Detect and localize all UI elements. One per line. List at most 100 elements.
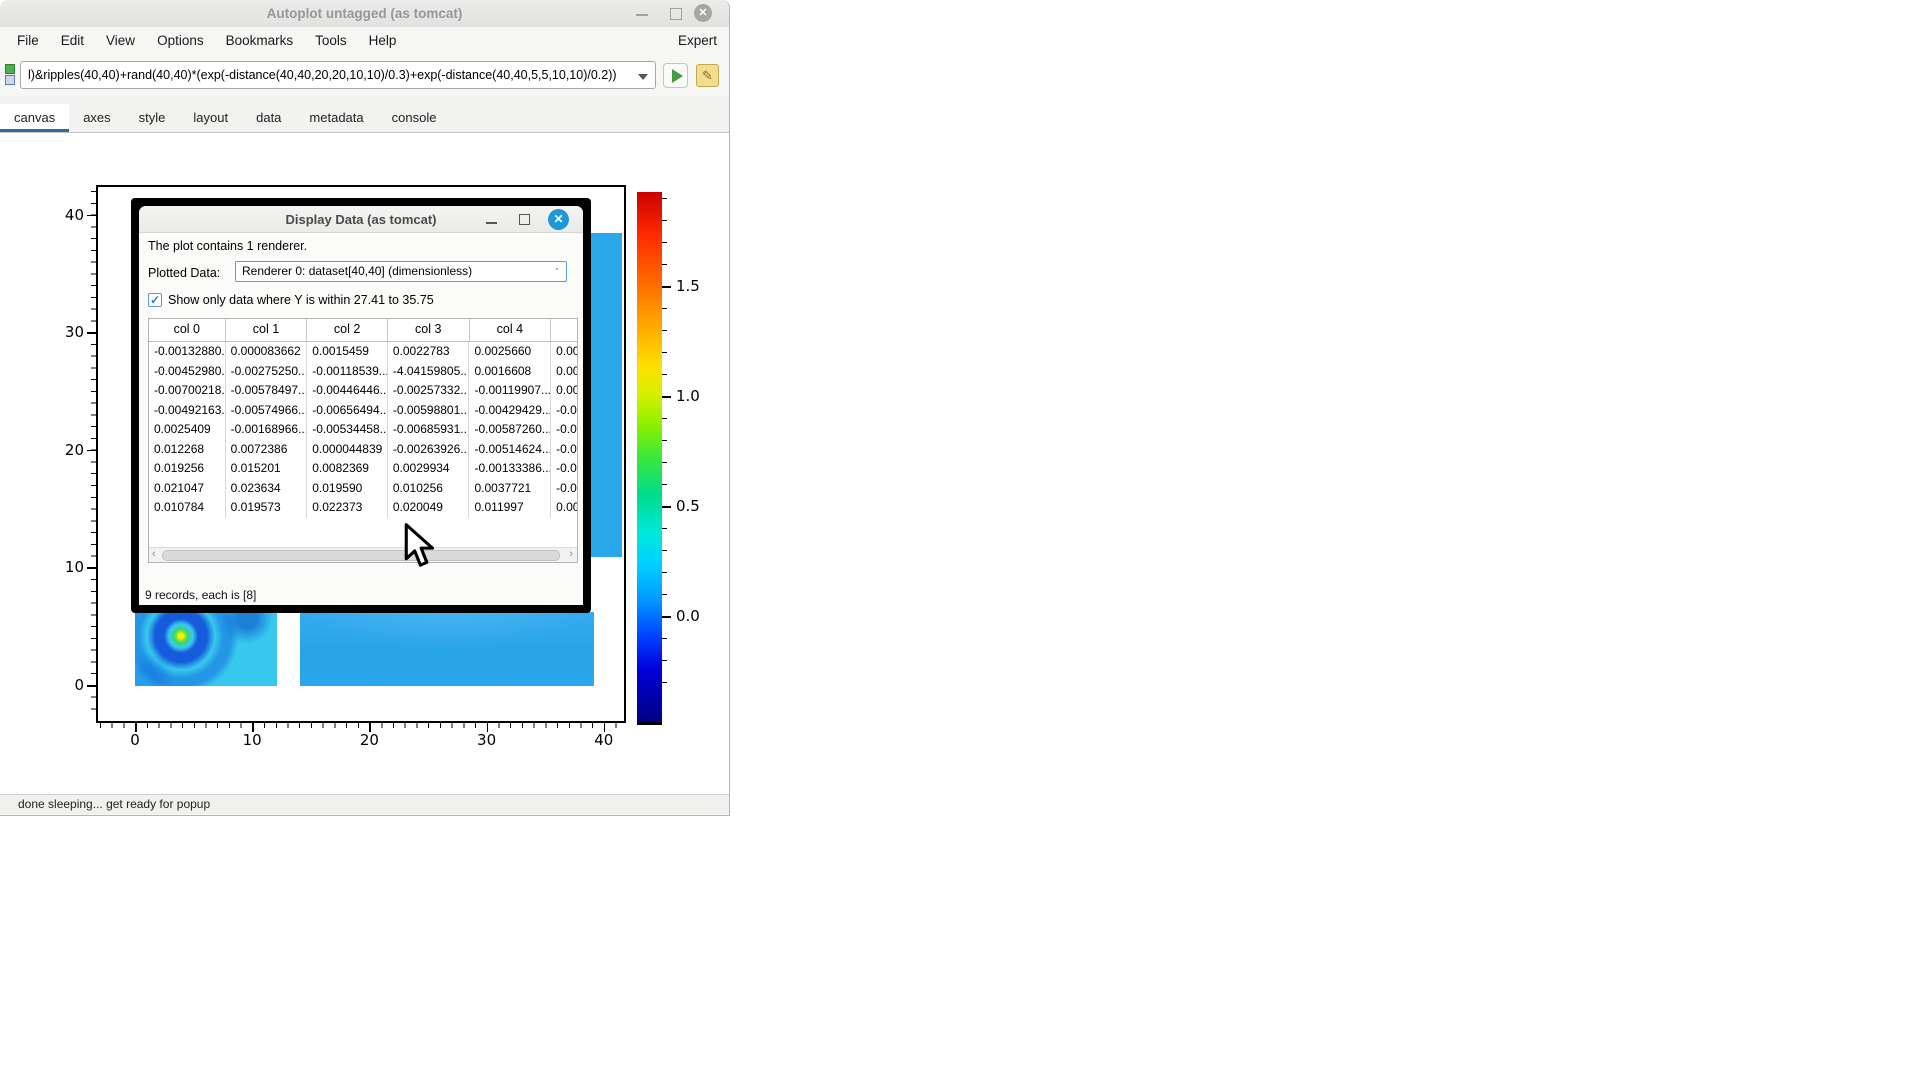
table-cell: -0.00514624... (469, 440, 551, 460)
tab-data[interactable]: data (242, 104, 295, 132)
table-row[interactable]: -0.00700218...-0.00578497...-0.00446446.… (149, 381, 577, 401)
menu-item-tools[interactable]: Tools (304, 29, 358, 52)
table-cell: -0.00257332... (388, 381, 470, 401)
x-tick-label-20: 20 (349, 731, 389, 749)
table-cell: 0.021047 (149, 479, 226, 499)
colorbar-minor-ticks (662, 198, 667, 704)
uri-dropdown-icon[interactable] (638, 74, 648, 85)
horizontal-scrollbar[interactable]: ‹ › (149, 547, 577, 562)
tab-canvas[interactable]: canvas (0, 104, 69, 132)
colorbar[interactable] (637, 192, 662, 725)
table-cell: -0.00132880... (149, 342, 226, 362)
scroll-left-icon[interactable]: ‹ (152, 548, 156, 561)
column-header-1[interactable]: col 1 (226, 319, 308, 341)
table-cell: 0.012268 (149, 440, 226, 460)
spectrogram-right-strip (589, 233, 622, 557)
table-cell: 0.023634 (226, 479, 308, 499)
menu-item-bookmarks[interactable]: Bookmarks (215, 29, 305, 52)
table-row[interactable]: 0.0122680.00723860.000044839-0.00263926.… (149, 440, 577, 460)
column-header-2[interactable]: col 2 (307, 319, 388, 341)
menu-item-edit[interactable]: Edit (50, 29, 95, 52)
column-header-0[interactable]: col 0 (149, 319, 226, 341)
table-cell: 0.0016608 (469, 362, 551, 382)
table-cell: -0.00452980... (149, 362, 226, 382)
plot-canvas[interactable]: 0102030400102030400.00.51.01.5 Display D… (0, 133, 729, 794)
play-icon (672, 69, 690, 83)
column-header-5[interactable] (551, 319, 577, 341)
table-row[interactable]: 0.0107840.0195730.0223730.0200490.011997… (149, 498, 577, 518)
spectrogram-blob-chunk (135, 612, 277, 686)
tab-metadata[interactable]: metadata (295, 104, 377, 132)
table-row[interactable]: 0.0210470.0236340.0195900.0102560.003772… (149, 479, 577, 499)
table-cell: 0.0022783 (388, 342, 470, 362)
table-cell: -0.0 (551, 440, 577, 460)
x-tick-mark-30 (487, 723, 489, 732)
table-cell: -0.00119907... (469, 381, 551, 401)
tab-layout[interactable]: layout (179, 104, 242, 132)
scroll-right-icon[interactable]: › (569, 548, 573, 561)
table-row[interactable]: -0.00452980...-0.00275250...-0.00118539.… (149, 362, 577, 382)
menu-item-view[interactable]: View (95, 29, 146, 52)
table-cell: 0.019590 (307, 479, 388, 499)
colorbar-tick-label-1.5: 1.5 (676, 277, 700, 295)
tab-axes[interactable]: axes (69, 104, 124, 132)
table-cell: 0.019256 (149, 459, 226, 479)
table-cell: 0.000083662 (226, 342, 308, 362)
tab-console[interactable]: console (378, 104, 451, 132)
menu-item-file[interactable]: File (6, 29, 50, 52)
inspect-uri-button[interactable]: ✎ (696, 64, 719, 87)
colorbar-tick-mark-1.0 (662, 396, 671, 398)
colorbar-tick-mark-1.5 (662, 286, 671, 288)
dialog-titlebar[interactable]: Display Data (as tomcat) ✕ (139, 206, 583, 233)
table-row[interactable]: -0.00492163...-0.00574966...-0.00656494.… (149, 401, 577, 421)
y-tick-mark-10 (87, 567, 96, 569)
dialog-title: Display Data (as tomcat) (139, 206, 583, 233)
uri-input[interactable]: l)&ripples(40,40)+rand(40,40)*(exp(-dist… (20, 61, 656, 89)
table-row[interactable]: 0.0025409-0.00168966...-0.00534458...-0.… (149, 420, 577, 440)
y-tick-label-20: 20 (48, 441, 84, 459)
data-table[interactable]: col 0col 1col 2col 3col 4 -0.00132880...… (148, 318, 578, 563)
tab-bar: canvasaxesstylelayoutdatametadataconsole (0, 96, 729, 133)
table-row[interactable]: -0.00132880...0.0000836620.00154590.0022… (149, 342, 577, 362)
filter-checkbox[interactable]: ✓ (148, 293, 162, 307)
table-cell: 0.0015459 (307, 342, 388, 362)
table-cell: 0.020049 (388, 498, 470, 518)
spectrogram-flat-chunk (300, 612, 594, 686)
table-cell: -0.00587260... (469, 420, 551, 440)
window-maximize-icon[interactable] (670, 8, 682, 20)
dialog-close-icon[interactable]: ✕ (548, 209, 569, 230)
go-button[interactable] (663, 63, 688, 88)
menu-item-options[interactable]: Options (146, 29, 215, 52)
dialog-minimize-icon[interactable] (486, 222, 497, 224)
menu-item-help[interactable]: Help (358, 29, 408, 52)
column-header-3[interactable]: col 3 (388, 319, 470, 341)
table-cell: -0.00429429... (469, 401, 551, 421)
window-close-icon[interactable]: ✕ (694, 4, 712, 22)
table-cell: 0.00 (551, 362, 577, 382)
scrollbar-thumb[interactable] (162, 550, 560, 561)
plotted-data-select[interactable]: Renderer 0: dataset[40,40] (dimensionles… (235, 261, 567, 282)
table-cell: -0.00578497... (226, 381, 308, 401)
column-header-4[interactable]: col 4 (470, 319, 552, 341)
table-row[interactable]: 0.0192560.0152010.00823690.0029934-0.001… (149, 459, 577, 479)
plotted-data-value: Renderer 0: dataset[40,40] (dimensionles… (242, 264, 472, 278)
colorbar-tick-label-0.5: 0.5 (676, 497, 700, 515)
filter-row: ✓ Show only data where Y is within 27.41… (148, 293, 434, 307)
expert-menu[interactable]: Expert (678, 33, 717, 48)
table-cell: 0.0072386 (226, 440, 308, 460)
dialog-maximize-icon[interactable] (519, 214, 530, 225)
table-cell: -0.0 (551, 479, 577, 499)
table-header: col 0col 1col 2col 3col 4 (149, 319, 577, 342)
table-cell: -0.00534458... (307, 420, 388, 440)
x-tick-label-0: 0 (115, 731, 155, 749)
uri-text[interactable]: l)&ripples(40,40)+rand(40,40)*(exp(-dist… (28, 68, 629, 82)
y-tick-mark-0 (87, 685, 96, 687)
table-cell: -0.00656494... (307, 401, 388, 421)
window-minimize-icon[interactable] (636, 14, 648, 16)
window-titlebar[interactable]: Autoplot untagged (as tomcat) ✕ (0, 0, 729, 27)
table-cell: -0.0 (551, 420, 577, 440)
datasource-blue-icon (5, 75, 15, 85)
table-cell: -4.04159805... (388, 362, 470, 382)
tab-style[interactable]: style (125, 104, 180, 132)
table-cell: -0.00133386... (469, 459, 551, 479)
